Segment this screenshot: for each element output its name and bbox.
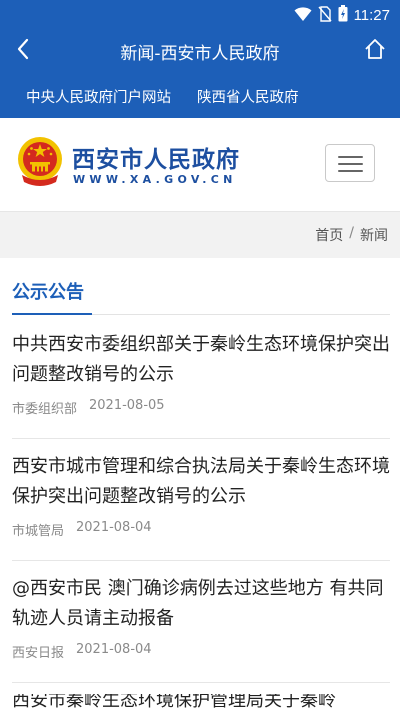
news-item[interactable]: 西安市秦岭生态环境保护管理局关于秦岭 [12, 694, 390, 710]
breadcrumb-home[interactable]: 首页 [315, 225, 343, 245]
news-item[interactable]: @西安市民 澳门确诊病例去过这些地方 有共同轨迹人员请主动报备 西安日报 202… [12, 574, 390, 683]
app-title: 新闻-西安市人民政府 [120, 44, 280, 64]
breadcrumb-current: 新闻 [360, 228, 388, 244]
menu-icon [338, 156, 363, 158]
national-emblem-icon [16, 135, 64, 191]
news-source: 市委组织部 [12, 402, 78, 417]
news-source: 西安日报 [12, 646, 65, 661]
back-button[interactable] [8, 36, 38, 66]
news-date: 2021-08-04 [76, 520, 152, 535]
link-shaanxi-government[interactable]: 陕西省人民政府 [197, 86, 299, 107]
battery-icon [338, 5, 348, 26]
breadcrumb: 首页 / 新闻 [315, 225, 388, 245]
breadcrumb-bar: 首页 / 新闻 [0, 212, 400, 258]
status-time: 11:27 [353, 7, 390, 24]
news-source: 市城管局 [12, 524, 65, 539]
status-icons: 11:27 [294, 5, 390, 26]
news-meta: 市城管局 2021-08-04 [12, 520, 390, 539]
news-title[interactable]: @西安市民 澳门确诊病例去过这些地方 有共同轨迹人员请主动报备 [12, 574, 390, 634]
no-sim-icon [318, 5, 332, 26]
link-central-government[interactable]: 中央人民政府门户网站 [26, 86, 171, 107]
status-bar: 11:27 [0, 0, 400, 28]
news-date: 2021-08-04 [76, 642, 152, 657]
breadcrumb-separator: / [349, 225, 354, 241]
section-title-underline [12, 313, 92, 315]
site-name: 西安市人民政府 [72, 147, 240, 173]
home-button[interactable] [360, 36, 390, 66]
app-bar: 新闻-西安市人民政府 [0, 28, 400, 74]
news-date: 2021-08-05 [89, 398, 165, 413]
section-title: 公示公告 [12, 282, 84, 303]
news-title[interactable]: 西安市秦岭生态环境保护管理局关于秦岭 [12, 694, 390, 710]
news-title[interactable]: 西安市城市管理和综合执法局关于秦岭生态环境保护突出问题整改销号的公示 [12, 452, 390, 512]
site-header: 西安市人民政府 WWW.XA.GOV.CN [0, 118, 400, 212]
site-domain: WWW.XA.GOV.CN [73, 173, 237, 186]
news-meta: 西安日报 2021-08-04 [12, 642, 390, 661]
menu-icon-bar [338, 163, 363, 165]
external-links-bar: 中央人民政府门户网站 陕西省人民政府 [0, 74, 400, 118]
news-title[interactable]: 中共西安市委组织部关于秦岭生态环境保护突出问题整改销号的公示 [12, 330, 390, 390]
news-item[interactable]: 中共西安市委组织部关于秦岭生态环境保护突出问题整改销号的公示 市委组织部 202… [12, 330, 390, 439]
news-content: 公示公告 中共西安市委组织部关于秦岭生态环境保护突出问题整改销号的公示 市委组织… [0, 258, 400, 710]
home-icon [364, 38, 386, 64]
wifi-icon [294, 6, 312, 26]
news-meta: 市委组织部 2021-08-05 [12, 398, 390, 417]
menu-icon-bar [338, 170, 363, 172]
news-item[interactable]: 西安市城市管理和综合执法局关于秦岭生态环境保护突出问题整改销号的公示 市城管局 … [12, 452, 390, 561]
back-arrow-icon [16, 38, 30, 64]
menu-button[interactable] [325, 144, 375, 182]
